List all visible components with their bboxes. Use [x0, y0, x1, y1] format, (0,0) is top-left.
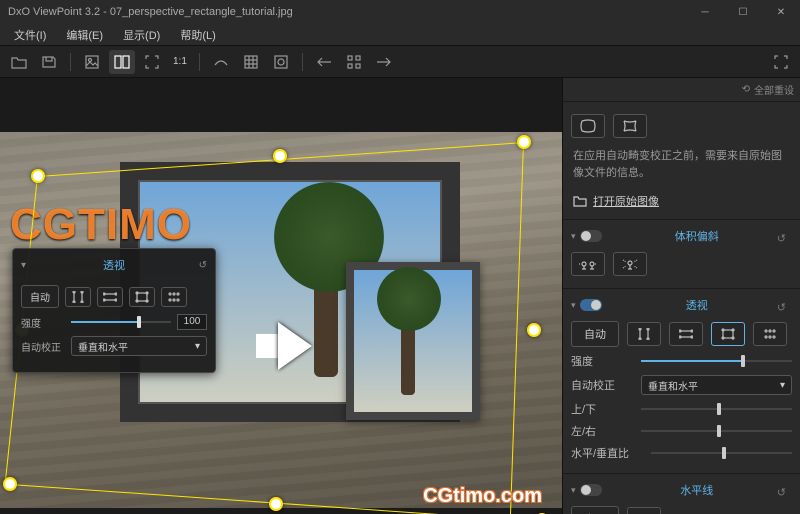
distortion-barrel-button[interactable] [571, 114, 605, 138]
photo-tree [314, 202, 338, 377]
volume-section: ▾ 体积偏斜 ↺ [563, 220, 800, 289]
chevron-down-icon[interactable]: ▾ [571, 485, 576, 496]
intensity-slider[interactable] [71, 321, 171, 323]
reset-icon[interactable]: ↺ [777, 301, 786, 314]
autocorrect-dropdown[interactable]: 垂直和水平▾ [641, 375, 792, 395]
leftright-label: 左/右 [571, 423, 633, 439]
autocorrect-dropdown[interactable]: 垂直和水平▾ [71, 336, 207, 356]
result-preview [346, 262, 480, 420]
window-controls: ─ ☐ ✕ [686, 0, 800, 24]
reset-icon[interactable]: ↺ [777, 232, 786, 245]
perspective-handle-tl[interactable] [31, 169, 45, 183]
intensity-value[interactable]: 100 [177, 314, 207, 330]
vertical-lines-tool[interactable] [65, 287, 91, 307]
perspective-section: ▾ 透视 ↺ 自动 强度 自动校正 垂直和水平▾ 上/下 [563, 289, 800, 474]
reset-all-button[interactable]: ⟲全部重设 [563, 78, 800, 102]
toolbar: 1:1 [0, 46, 800, 78]
title-bar: DxO ViewPoint 3.2 - 07_perspective_recta… [0, 0, 800, 24]
leftright-slider[interactable] [641, 430, 792, 432]
distortion-note: 在应用自动畸变校正之前，需要来自原始图像文件的信息。 [571, 144, 792, 189]
fullscreen-button[interactable] [139, 50, 165, 74]
distortion-section: 在应用自动畸变校正之前，需要来自原始图像文件的信息。 打开原始图像 [563, 102, 800, 220]
side-panel: ⟲全部重设 在应用自动畸变校正之前，需要来自原始图像文件的信息。 打开原始图像 … [562, 78, 800, 514]
horizontal-lines-tool[interactable] [97, 287, 123, 307]
single-view-button[interactable] [79, 50, 105, 74]
chevron-down-icon: ▾ [780, 380, 785, 391]
grid-button[interactable] [238, 50, 264, 74]
maximize-button[interactable]: ☐ [724, 0, 762, 24]
perspective-edge-right[interactable] [510, 142, 524, 514]
hv-ratio-label: 水平/垂直比 [571, 445, 643, 461]
autocorrect-label: 自动校正 [21, 339, 65, 354]
close-button[interactable]: ✕ [762, 0, 800, 24]
watermark-url: CGtimo.com [423, 485, 542, 508]
reset-icon[interactable]: ↺ [199, 260, 207, 271]
rectangle-tool[interactable] [129, 287, 155, 307]
menu-view[interactable]: 显示(D) [115, 25, 168, 45]
intensity-slider[interactable] [641, 360, 792, 362]
folder-icon [573, 195, 587, 207]
perspective-handle-bl[interactable] [3, 477, 17, 491]
horizon-toggle[interactable] [580, 484, 602, 496]
volume-horizontal-button[interactable] [571, 252, 605, 276]
compare-view-button[interactable] [109, 50, 135, 74]
eight-point-tool[interactable] [753, 322, 787, 346]
open-file-button[interactable] [6, 50, 32, 74]
intensity-label: 强度 [21, 315, 65, 330]
image-canvas[interactable]: CGTIMO ▾ 透视 ↺ 自动 [0, 78, 562, 514]
perspective-midpoint-bottom[interactable] [269, 497, 283, 511]
distortion-pincushion-button[interactable] [613, 114, 647, 138]
zoom-1to1-button[interactable]: 1:1 [169, 50, 191, 74]
volume-toggle[interactable] [580, 230, 602, 242]
watermark-logo: CGTIMO [10, 200, 192, 250]
updown-slider[interactable] [641, 408, 792, 410]
menu-edit[interactable]: 编辑(E) [58, 25, 111, 45]
collapse-icon[interactable]: ▾ [21, 260, 26, 271]
perspective-midpoint-top[interactable] [273, 149, 287, 163]
rectangle-tool[interactable] [711, 322, 745, 346]
chevron-down-icon: ▾ [195, 341, 200, 352]
perspective-midpoint-right[interactable] [527, 323, 541, 337]
save-button[interactable] [36, 50, 62, 74]
perspective-title[interactable]: 透视 [602, 297, 792, 313]
vertical-lines-tool[interactable] [627, 322, 661, 346]
window-title: DxO ViewPoint 3.2 - 07_perspective_recta… [8, 6, 686, 18]
perspective-float-panel: ▾ 透视 ↺ 自动 强度 100 自动校正 垂直和水平▾ [12, 248, 216, 373]
float-panel-title: 透视 [103, 257, 125, 273]
open-original-button[interactable]: 打开原始图像 [571, 189, 792, 213]
horizontal-lines-tool[interactable] [669, 322, 703, 346]
intensity-label: 强度 [571, 353, 633, 369]
menu-help[interactable]: 帮助(L) [172, 25, 223, 45]
arrow-icon-head [278, 322, 312, 370]
horizon-tool-button[interactable] [208, 50, 234, 74]
grid-overlay-button[interactable] [341, 50, 367, 74]
chevron-down-icon[interactable]: ▾ [571, 300, 576, 311]
expand-panel-button[interactable] [768, 50, 794, 74]
chevron-down-icon[interactable]: ▾ [571, 231, 576, 242]
reset-icon[interactable]: ↺ [777, 486, 786, 499]
menu-file[interactable]: 文件(I) [6, 25, 54, 45]
perspective-handle-tr[interactable] [517, 135, 531, 149]
hv-ratio-slider[interactable] [651, 452, 792, 454]
main-area: CGTIMO ▾ 透视 ↺ 自动 [0, 78, 800, 514]
horizon-auto-button[interactable]: 自动 [571, 506, 619, 514]
loupe-button[interactable] [268, 50, 294, 74]
horizon-title[interactable]: 水平线 [602, 482, 792, 498]
autocorrect-label: 自动校正 [571, 377, 633, 393]
perspective-auto-button[interactable]: 自动 [571, 321, 619, 347]
volume-diagonal-button[interactable] [613, 252, 647, 276]
undo-button[interactable] [311, 50, 337, 74]
eight-point-tool[interactable] [161, 287, 187, 307]
menu-bar: 文件(I) 编辑(E) 显示(D) 帮助(L) [0, 24, 800, 46]
updown-label: 上/下 [571, 401, 633, 417]
auto-perspective-button[interactable]: 自动 [21, 285, 59, 308]
redo-button[interactable] [371, 50, 397, 74]
volume-title[interactable]: 体积偏斜 [602, 228, 792, 244]
perspective-toggle[interactable] [580, 299, 602, 311]
horizon-section: ▾ 水平线 ↺ 自动 [563, 474, 800, 514]
minimize-button[interactable]: ─ [686, 0, 724, 24]
reset-icon: ⟲ [742, 84, 750, 95]
horizon-line-tool[interactable] [627, 507, 661, 514]
